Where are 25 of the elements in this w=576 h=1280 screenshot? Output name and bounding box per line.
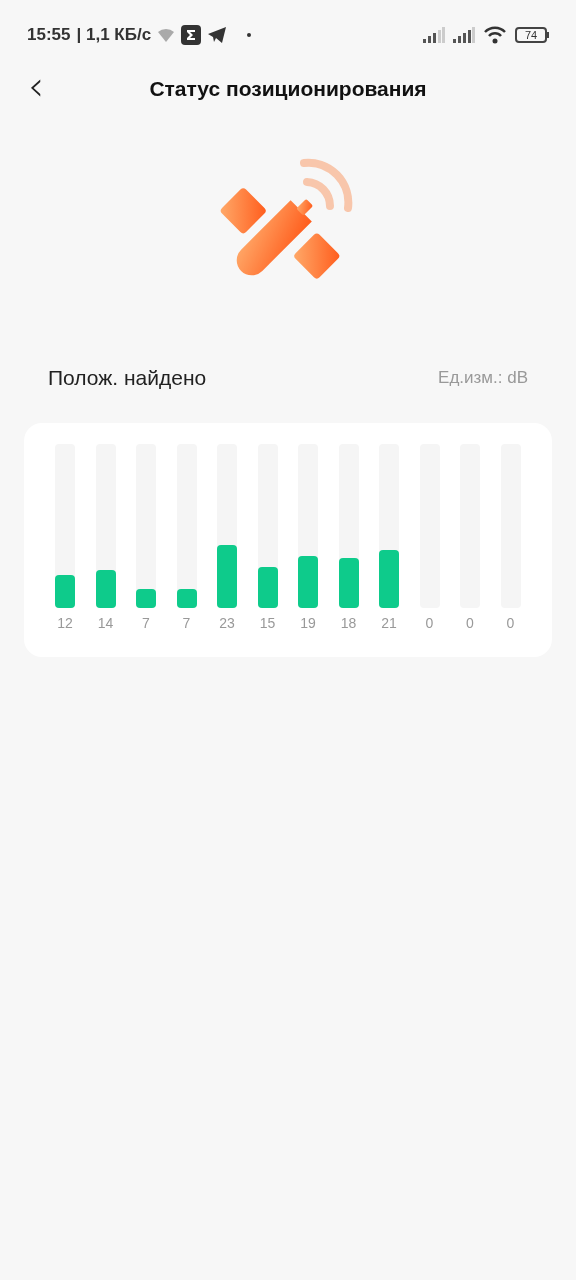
unit-label: Ед.изм.: dB <box>438 367 528 389</box>
signal-icon <box>423 27 445 43</box>
signal-reading: 0 <box>425 613 434 633</box>
signal-icon <box>453 27 475 43</box>
network-speed: | 1,1 КБ/с <box>76 24 152 47</box>
signal-reading: 19 <box>300 613 316 633</box>
battery-icon: 74 <box>515 27 549 43</box>
signal-reading: 15 <box>259 613 276 633</box>
signal-reading: 0 <box>466 613 474 633</box>
signal-reading: 23 <box>219 613 235 633</box>
back-button[interactable]: ‹ <box>28 66 44 106</box>
signal-reading: 14 <box>97 613 114 633</box>
position-status: Полож. найдено <box>48 365 207 391</box>
wifi-icon <box>483 26 507 44</box>
signal-reading: 18 <box>340 613 357 633</box>
signal-reading: 12 <box>57 613 73 633</box>
signal-reading: 0 <box>506 613 515 633</box>
signal-reading: 7 <box>142 613 150 633</box>
status-time: 15:55 <box>27 24 71 47</box>
signal-reading: 7 <box>182 613 191 633</box>
signal-reading: 21 <box>381 613 397 633</box>
paper-plane-icon <box>207 26 228 44</box>
page-title: Статус позиционирования <box>149 76 427 103</box>
sigma-app-icon <box>181 25 202 45</box>
dot-icon <box>247 33 252 37</box>
